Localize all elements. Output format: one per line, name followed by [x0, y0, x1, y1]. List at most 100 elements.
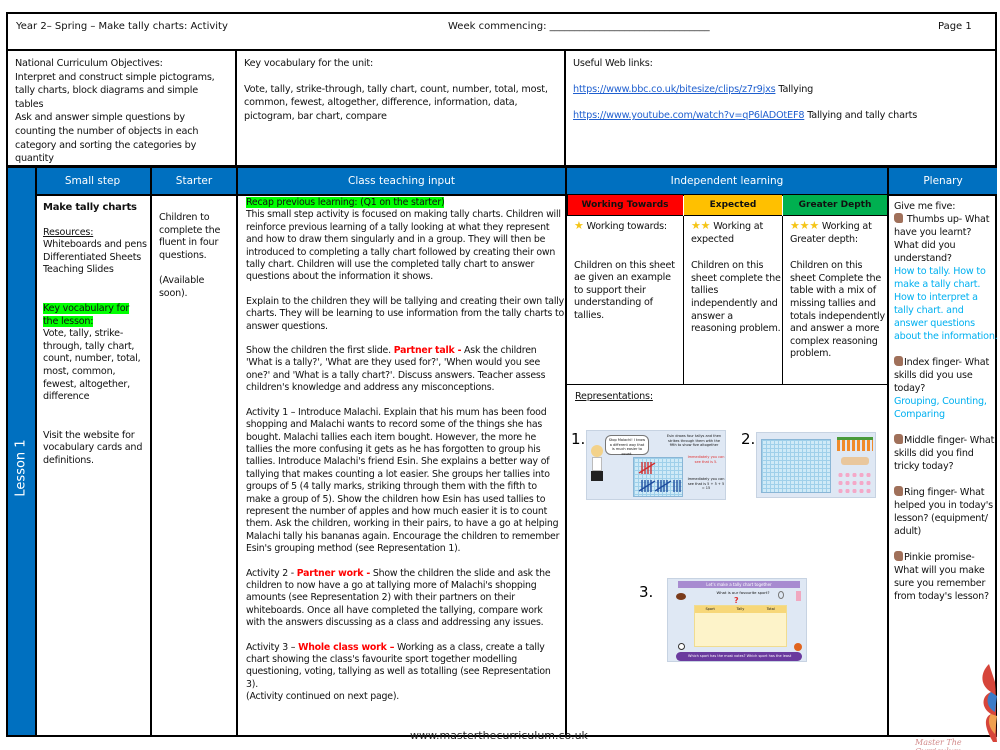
rep3-question: What is our favourite sport?: [716, 590, 770, 595]
text-fragment: Activity 2 -: [246, 567, 297, 579]
plenary-item-middle: Middle finger- What skills did you find …: [894, 434, 998, 473]
resource-item: Differentiated Sheets: [43, 251, 142, 263]
tennis-racket-icon: [778, 591, 784, 599]
table-header: Total: [766, 607, 775, 611]
rep3-footer: Which sport has the most votes? Which sp…: [676, 652, 802, 661]
level-description: Children on this sheet complete the tall…: [691, 260, 781, 335]
finger-label: Ring finger-: [904, 487, 958, 498]
objective-item: Ask and answer simple questions by count…: [15, 112, 199, 165]
text-fragment: Activity 3 –: [246, 641, 299, 653]
finger-label: Thumbs up-: [906, 214, 962, 225]
unit-vocabulary-text: Vote, tally, strike-through, tally chart…: [244, 83, 548, 122]
cupcakes-icon: [837, 471, 873, 495]
lesson-vocab-heading: Key vocabulary for the lesson:: [43, 302, 131, 328]
plenary-answer: How to tally. How to make a tally chart.…: [894, 266, 998, 342]
plenary-cell: Give me five: Thumbs up- What have you l…: [894, 200, 998, 603]
plenary-question: What will you make sure you remember fro…: [894, 565, 989, 602]
eggs-icon: [841, 457, 869, 465]
level-cell-working-towards: ★ Working towards: Children on this shee…: [574, 219, 682, 323]
hand-icon: [894, 434, 903, 444]
teaching-paragraph-activity-1: Activity 1 – Introduce Malachi. Explain …: [246, 406, 560, 555]
objectives-row: National Curriculum Objectives: Interpre…: [6, 49, 997, 191]
national-curriculum-objectives: National Curriculum Objectives: Interpre…: [8, 51, 237, 191]
level-heading: ★★ Working at expected: [691, 219, 781, 246]
web-link-label: Tallying: [778, 83, 814, 95]
basketball-icon: [794, 643, 802, 651]
footer-website: www.masterthecurriculum.co.uk: [410, 729, 588, 742]
representation-2-image: [756, 432, 876, 498]
star-icon: ★★★: [790, 219, 819, 232]
teaching-paragraph: Show the children the first slide. Partn…: [246, 345, 564, 395]
objective-item: Interpret and construct simple pictogram…: [15, 71, 215, 110]
representation-1-image: Stop Malachi! I know a different way tha…: [586, 430, 726, 500]
youtube-link[interactable]: https://www.youtube.com/watch?v=qP6lADOt…: [573, 110, 804, 121]
rep1-caption: Esin draws four tallys and then strikes …: [666, 434, 722, 447]
page-number: Page 1: [938, 21, 972, 32]
level-description: Children on this sheet Complete the tabl…: [790, 260, 885, 360]
tally-grid: [761, 439, 831, 493]
level-heading-text: Working towards:: [586, 221, 668, 232]
brand-logo-icon: [982, 664, 997, 742]
plenary-item-thumb: Thumbs up- What have you learnt? What di…: [894, 213, 998, 343]
rep3-tally-table: Sport Tally Total: [694, 605, 787, 647]
level-header-greater-depth: Greater Depth: [783, 195, 887, 216]
representation-number: 1.: [571, 430, 586, 448]
small-step-title: Make tally charts: [43, 202, 137, 213]
continued-note: (Activity continued on next page).: [246, 691, 400, 703]
whole-class-work-tag: Whole class work –: [298, 641, 395, 653]
finger-label: Pinkie promise-: [904, 552, 975, 563]
representation-number: 2.: [741, 430, 756, 448]
rep3-banner: Let's make a tally chart together: [678, 581, 800, 588]
level-heading: ★★★ Working at Greater depth:: [790, 219, 886, 246]
plenary-item-pinkie: Pinkie promise- What will you make sure …: [894, 551, 998, 603]
finger-label: Index finger-: [904, 357, 962, 368]
level-cell-expected: ★★ Working at expected Children on this …: [691, 219, 781, 336]
resource-item: Teaching Slides: [43, 264, 114, 276]
column-header-independent-learning: Independent learning: [567, 168, 887, 194]
document-title: Year 2– Spring – Make tally charts: Acti…: [16, 21, 228, 32]
resources-heading: Resources:: [43, 226, 94, 238]
football-icon: [678, 643, 685, 650]
recap-highlight: Recap previous learning: (Q1 on the star…: [246, 197, 445, 208]
page-header: Year 2– Spring – Make tally charts: Acti…: [6, 12, 997, 51]
level-description: Children on this sheet ae given an examp…: [574, 259, 675, 321]
web-link-row: https://www.youtube.com/watch?v=qP6lADOt…: [573, 109, 988, 123]
column-header-plenary: Plenary: [889, 168, 997, 194]
tally-grid: [633, 457, 683, 497]
representation-3-image: Let's make a tally chart together What i…: [667, 578, 807, 662]
unit-vocabulary-heading: Key vocabulary for the unit:: [244, 58, 374, 69]
speech-bubble: Stop Malachi! I know a different way tha…: [605, 435, 649, 456]
partner-talk-tag: Partner talk -: [393, 345, 462, 357]
table-header: Sport: [705, 607, 715, 611]
column-header-small-step: Small step: [35, 168, 150, 194]
finger-label: Middle finger-: [904, 435, 967, 446]
unit-vocabulary: Key vocabulary for the unit: Vote, tally…: [237, 51, 566, 165]
hand-icon: [894, 356, 903, 366]
resource-item: Whiteboards and pens: [43, 239, 147, 251]
teaching-paragraph: Explain to the children they will be tal…: [246, 295, 564, 332]
representations-heading: Representations:: [575, 391, 653, 402]
hand-icon: [894, 551, 903, 561]
lesson-label: Lesson 1: [13, 439, 29, 497]
lesson-table: Lesson 1 Small step Starter Class teachi…: [6, 166, 998, 737]
rep1-note-2: Immediately you can see that is 5 + 5 + …: [687, 477, 725, 490]
plenary-item-ring: Ring finger- What helped you in today's …: [894, 486, 998, 538]
hand-icon: [894, 486, 903, 496]
teaching-paragraph: This small step activity is focused on m…: [246, 209, 561, 283]
bbc-bitesize-link[interactable]: https://www.bbc.co.uk/bitesize/clips/z7r…: [573, 84, 776, 95]
plenary-item-index: Index finger- What skills did you use to…: [894, 356, 998, 421]
starter-text: Children to complete the fluent in four …: [159, 212, 221, 261]
level-header-working-towards: Working Towards: [567, 195, 683, 216]
lesson-vocab-text: Vote, tally, strike-through, tally chart…: [43, 328, 141, 403]
tally-marks-icon: [638, 462, 681, 492]
column-header-starter: Starter: [152, 168, 236, 194]
text-fragment: Show the children the first slide.: [246, 345, 394, 357]
rugby-ball-icon: [676, 593, 686, 600]
small-step-cell: Make tally charts Resources: Whiteboards…: [43, 202, 148, 468]
website-note: Visit the website for vocabulary cards a…: [43, 429, 143, 466]
level-header-expected: Expected: [684, 195, 782, 216]
recap-row: Recap previous learning: (Q1 on the star…: [246, 197, 564, 209]
plenary-intro: Give me five:: [894, 201, 956, 212]
objectives-heading: National Curriculum Objectives:: [15, 58, 163, 69]
starter-cell: Children to complete the fluent in four …: [159, 212, 235, 301]
